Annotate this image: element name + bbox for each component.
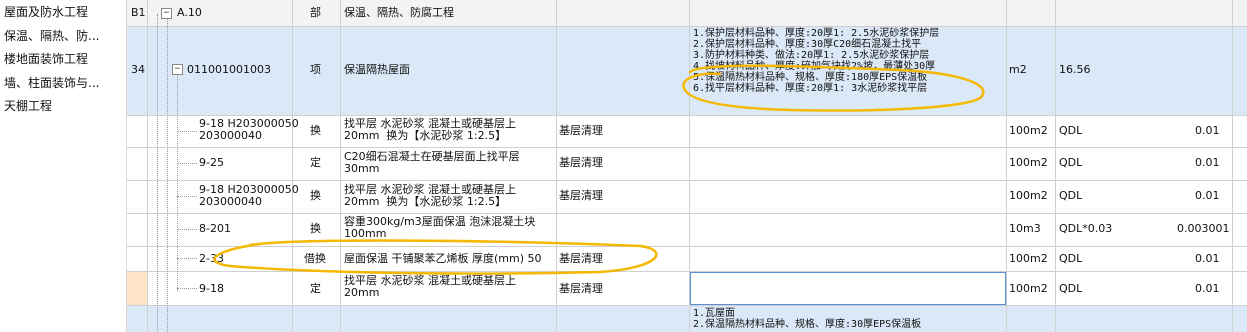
row-qty-expr: QDL [1059, 124, 1083, 137]
row-work: 基层清理 [559, 282, 603, 295]
row-qty: 0.01 [1195, 252, 1220, 265]
row-unit: 100m2 [1009, 189, 1048, 202]
row-qty: 0.01 [1195, 189, 1220, 202]
row-qty-expr: QDL [1059, 156, 1083, 169]
row-name: 找平层 水泥砂浆 混凝土或硬基层上 20mm [344, 274, 516, 299]
row-code: 9-18 [199, 282, 224, 295]
feature-line: 1.保护层材料品种、厚度:20厚1: 2.5水泥砂浆保护层 [693, 28, 940, 39]
row-qty: 0.01 [1195, 156, 1220, 169]
item-features: 1.瓦屋面 2.保温隔热材料品种、规格、厚度:30厚EPS保温板 [693, 308, 1003, 330]
row-qty-expr: QDL [1059, 282, 1083, 295]
sidebar-item-floor-finish[interactable]: 楼地面装饰工程 [4, 50, 124, 67]
row-type: 项 [310, 63, 321, 76]
row-work: 基层清理 [559, 189, 603, 202]
row-qty-expr: QDL [1059, 189, 1083, 202]
row-name: 找平层 水泥砂浆 混凝土或硬基层上 20mm 换为【水泥砂浆 1:2.5】 [344, 117, 516, 142]
row-qty: 0.003001 [1177, 222, 1230, 235]
row-name: 找平层 水泥砂浆 混凝土或硬基层上 20mm 换为【水泥砂浆 1:2.5】 [344, 183, 516, 208]
row-type: 定 [310, 282, 321, 295]
row-unit: 100m2 [1009, 156, 1048, 169]
row-code: 9-25 [199, 156, 224, 169]
row-type: 换 [310, 189, 321, 202]
row-name: C20细石混凝土在硬基层面上找平层 30mm [344, 150, 520, 175]
row-code: 8-201 [199, 222, 231, 235]
item-features: 1.保护层材料品种、厚度:20厚1: 2.5水泥砂浆保护层 2.保护层材料品种、… [693, 28, 1003, 94]
feature-line: 2.保护层材料品种、厚度:30厚C20细石混凝土找平 [693, 39, 922, 50]
row-type: 借换 [304, 252, 326, 265]
sidebar-item-roof-waterproof[interactable]: 屋面及防水工程 [4, 3, 124, 20]
row-seq: 34 [131, 63, 145, 76]
minus-box-icon[interactable]: − [172, 64, 183, 75]
row-unit: 100m2 [1009, 124, 1048, 137]
sidebar: 屋面及防水工程 保温、隔热、防... 楼地面装饰工程 墙、柱面装饰与... 天棚… [0, 0, 127, 332]
row-qty-expr: 16.56 [1059, 63, 1091, 76]
row-qty: 0.01 [1195, 124, 1220, 137]
feature-line: 4.找坡材料品种、厚度:碎加气块找2%坡，最薄处30厚 [693, 61, 936, 72]
row-type: 定 [310, 156, 321, 169]
bill-grid: B1 − A.10 部 保温、隔热、防腐工程 34 − 011001001003… [127, 0, 1247, 332]
row-name: 保温、隔热、防腐工程 [344, 6, 454, 19]
row-seq: B1 [131, 6, 146, 19]
sidebar-item-insulation[interactable]: 保温、隔热、防... [4, 27, 124, 44]
minus-box-icon[interactable]: − [161, 8, 172, 19]
table-row[interactable] [127, 0, 1247, 26]
row-qty-expr: QDL [1059, 252, 1083, 265]
row-unit: m2 [1009, 63, 1027, 76]
feature-edit-field[interactable] [690, 272, 1006, 305]
feature-line: 2.保温隔热材料品种、规格、厚度:30厚EPS保温板 [693, 319, 922, 330]
row-unit: 10m3 [1009, 222, 1041, 235]
row-work: 基层清理 [559, 252, 603, 265]
row-unit: 100m2 [1009, 252, 1048, 265]
row-work: 基层清理 [559, 156, 603, 169]
row-qty-expr: QDL*0.03 [1059, 222, 1113, 235]
row-code: 9-18 H203000050 203000040 [199, 117, 299, 142]
feature-line: 6.找平层材料品种、厚度:20厚1: 3水泥砂浆找平层 [693, 83, 928, 94]
sidebar-item-wall-finish[interactable]: 墙、柱面装饰与... [4, 74, 124, 91]
row-name: 容重300kg/m3屋面保温 泡沫混凝土块 100mm [344, 215, 536, 240]
row-name: 保温隔热屋面 [344, 63, 410, 76]
sidebar-item-ceiling[interactable]: 天棚工程 [4, 97, 124, 114]
feature-line: 1.瓦屋面 [693, 308, 736, 319]
feature-line: 5.保温隔热材料品种、规格、厚度:180厚EPS保温板 [693, 72, 928, 83]
row-qty: 0.01 [1195, 282, 1220, 295]
row-indicator [127, 272, 147, 305]
row-type: 换 [310, 222, 321, 235]
row-code: 2-33 [199, 252, 224, 265]
row-name: 屋面保温 干铺聚苯乙烯板 厚度(mm) 50 [344, 252, 542, 265]
row-code: 9-18 H203000050 203000040 [199, 183, 299, 208]
row-type: 部 [310, 6, 321, 19]
table-row[interactable] [127, 305, 1247, 332]
row-type: 换 [310, 124, 321, 137]
row-work: 基层清理 [559, 124, 603, 137]
row-unit: 100m2 [1009, 282, 1048, 295]
feature-line: 3.防护材料种类、做法:20厚1: 2.5水泥砂浆保护层 [693, 50, 930, 61]
row-code: A.10 [177, 6, 202, 19]
row-code: 011001001003 [187, 63, 271, 76]
